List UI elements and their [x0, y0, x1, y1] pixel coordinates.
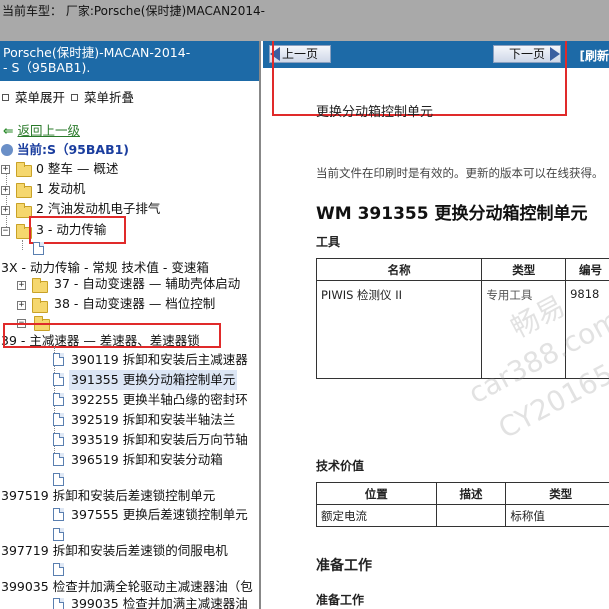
- table-cell: PIWIS 检测仪 II: [315, 280, 483, 379]
- vehicle-title-line1: Porsche(保时捷)-MACAN-2014-: [3, 45, 191, 60]
- doc-item-396519[interactable]: 396519 拆卸和安装分动箱: [71, 450, 223, 470]
- vehicle-title-line2: - S（95BAB1).: [3, 60, 91, 75]
- table-header: 编号: [565, 258, 609, 281]
- tools-table: 名称 类型 编号 PIWIS 检测仪 II 专用工具 9818: [315, 258, 609, 379]
- table-cell: 9818: [565, 280, 609, 379]
- document-content-panel: 上一页 下一页 [刷新 更换分动箱控制单元 当前文件在印刷时是有效的。更新的版本…: [263, 41, 609, 609]
- doc-item-397555[interactable]: 397555 更换后差速锁控制单元: [71, 505, 248, 525]
- tools-label: 工具: [316, 235, 341, 249]
- prep-heading: 准备工作: [316, 558, 372, 574]
- document-icon: [53, 528, 64, 541]
- tree-node-37[interactable]: 37 - 自动变速器 — 辅助壳体启动: [54, 274, 240, 294]
- document-icon: [53, 393, 64, 406]
- table-header: 类型: [481, 258, 567, 281]
- current-vehicle-label: 当前车型： 厂家:Porsche(保时捷)MACAN2014-: [2, 4, 265, 18]
- tree-node-0[interactable]: 0 整车 — 概述: [36, 159, 118, 179]
- tree-connector: [22, 240, 23, 250]
- document-icon: [53, 598, 64, 609]
- table-header: 描述: [435, 482, 507, 505]
- expand-toggle-icon[interactable]: +: [1, 165, 10, 174]
- vehicle-title-header: Porsche(保时捷)-MACAN-2014- - S（95BAB1).: [0, 41, 259, 81]
- folder-icon: [16, 162, 32, 177]
- tech-values-label: 技术价值: [316, 459, 365, 473]
- tech-values-table: 位置 描述 类型 额定电流 标称值: [316, 482, 609, 527]
- tree-node-397719[interactable]: 397719 拆卸和安装后差速锁的伺服电机: [1, 541, 228, 561]
- table-cell: [435, 504, 507, 527]
- collapse-toggle-icon[interactable]: −: [1, 227, 10, 236]
- doc-item-390119[interactable]: 390119 拆卸和安装后主减速器: [71, 350, 248, 370]
- navigation-tree-panel: Porsche(保时捷)-MACAN-2014- - S（95BAB1). 菜单…: [0, 41, 261, 609]
- highlight-box: [29, 216, 126, 244]
- procedure-title: WM 391355 更换分动箱控制单元: [316, 204, 588, 224]
- validity-notice: 当前文件在印刷时是有效的。更新的版本可以在线获得。: [316, 166, 604, 180]
- folder-icon: [32, 298, 48, 313]
- document-icon: [53, 563, 64, 576]
- back-arrow-icon: ⇐: [3, 123, 14, 138]
- document-icon: [53, 453, 64, 466]
- tree-node-38[interactable]: 38 - 自动变速器 — 档位控制: [54, 294, 215, 314]
- collapse-all-button[interactable]: 菜单折叠: [71, 87, 134, 106]
- expand-toggle-icon[interactable]: +: [17, 301, 26, 310]
- expand-icon: [2, 94, 9, 101]
- folder-icon: [16, 183, 32, 198]
- tree-node-1[interactable]: 1 发动机: [36, 179, 85, 199]
- document-icon: [53, 353, 64, 366]
- document-icon: [53, 508, 64, 521]
- document-icon: [33, 242, 44, 255]
- expand-toggle-icon[interactable]: +: [1, 206, 10, 215]
- tree-node-397519[interactable]: 397519 拆卸和安装后差速锁控制单元: [1, 486, 215, 506]
- expand-toggle-icon[interactable]: +: [1, 186, 10, 195]
- top-header-bar: 当前车型： 厂家:Porsche(保时捷)MACAN2014-: [0, 0, 609, 41]
- doc-item-392519[interactable]: 392519 拆卸和安装半轴法兰: [71, 410, 235, 430]
- collapse-icon: [71, 94, 78, 101]
- refresh-link[interactable]: [刷新: [580, 47, 609, 64]
- expand-all-button[interactable]: 菜单展开: [2, 87, 65, 106]
- prep-subheading: 准备工作: [316, 593, 365, 607]
- folder-icon: [32, 278, 48, 293]
- table-header: 名称: [315, 258, 483, 281]
- doc-item-393519[interactable]: 393519 拆卸和安装后万向节轴: [71, 430, 248, 450]
- table-header: 位置: [316, 482, 437, 505]
- table-cell: 标称值: [505, 504, 609, 527]
- table-cell: 专用工具: [481, 280, 567, 379]
- table-cell: 额定电流: [316, 504, 437, 527]
- expand-toggle-icon[interactable]: +: [17, 281, 26, 290]
- highlight-box: [3, 323, 221, 348]
- back-link[interactable]: ⇐ 返回上一级: [3, 121, 80, 141]
- doc-item-399035[interactable]: 399035 检查并加满主减速器油: [71, 594, 248, 609]
- document-icon: [53, 433, 64, 446]
- table-header: 类型: [505, 482, 609, 505]
- document-icon: [53, 413, 64, 426]
- doc-item-392255[interactable]: 392255 更换半轴凸缘的密封环: [71, 390, 248, 410]
- doc-heading: 更换分动箱控制单元: [316, 105, 434, 120]
- doc-item-391355-selected[interactable]: 391355 更换分动箱控制单元: [69, 370, 238, 390]
- computer-icon: [1, 144, 13, 156]
- current-node: 当前:S（95BAB1): [1, 140, 129, 160]
- document-icon: [53, 473, 64, 486]
- document-icon: [53, 373, 64, 386]
